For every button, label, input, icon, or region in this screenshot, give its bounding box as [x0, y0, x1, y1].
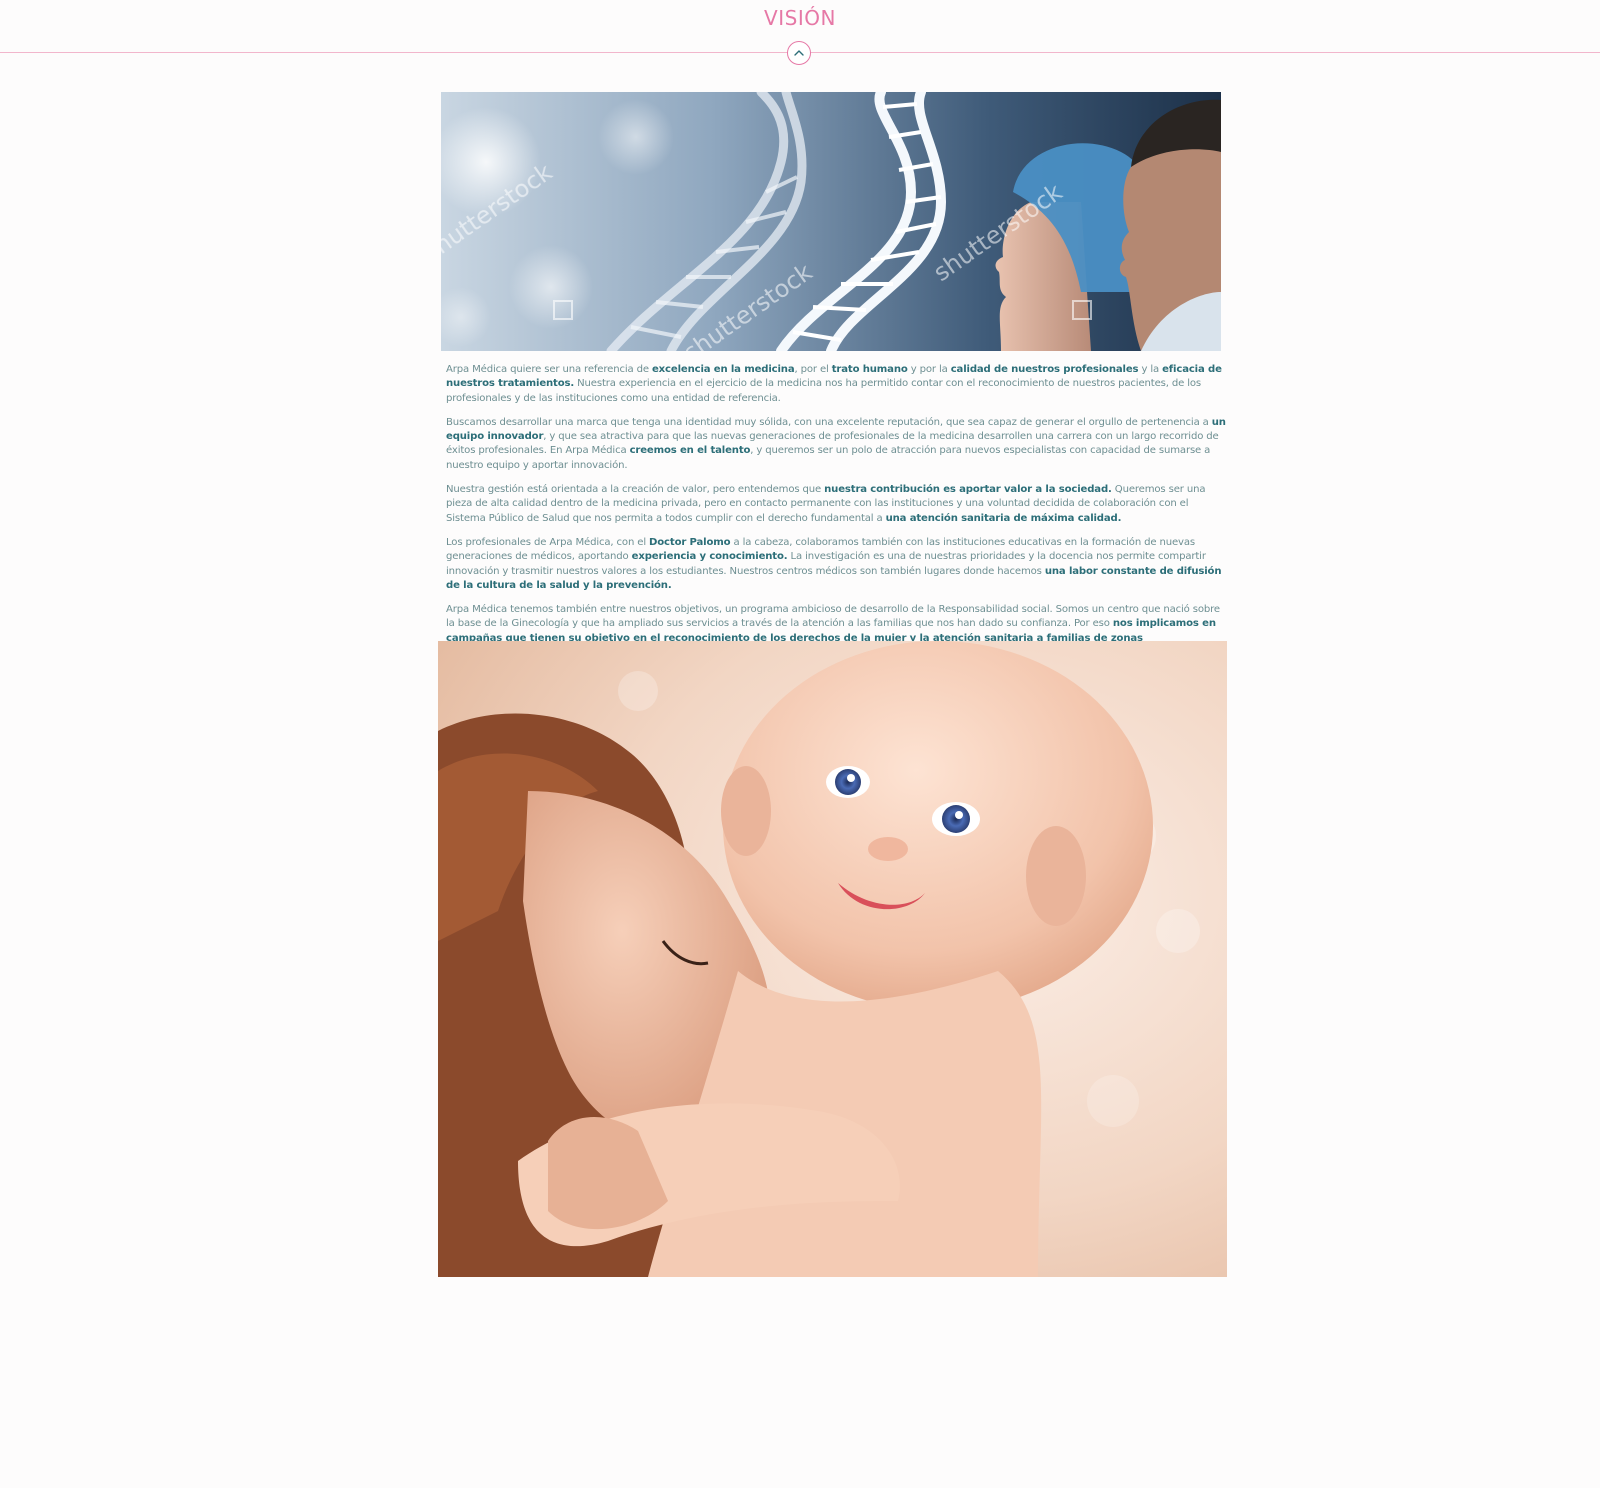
paragraph-text: Arpa Médica tenemos también entre nuestr…	[446, 604, 1220, 630]
highlight-text: creemos en el talento	[629, 445, 751, 457]
vision-paragraph-2: Buscamos desarrollar una marca que tenga…	[446, 416, 1228, 473]
paragraph-text: Buscamos desarrollar una marca que tenga…	[446, 416, 1212, 428]
vision-paragraph-3: Nuestra gestión está orientada a la crea…	[446, 483, 1228, 526]
highlight-text: Doctor Palomo	[649, 536, 731, 548]
highlight-text: trato humano	[831, 364, 908, 375]
mother-baby-image	[438, 641, 1227, 1277]
page: VISIÓN shutterstock shutterstock shutter…	[0, 0, 1600, 1488]
highlight-text: calidad de nuestros profesionales	[950, 364, 1139, 375]
highlight-text: nuestra contribución es aportar valor a …	[824, 484, 1112, 496]
chevron-up-icon	[794, 50, 804, 56]
collapse-section-button[interactable]	[787, 41, 811, 65]
paragraph-text: Arpa Médica quiere ser una referencia de	[446, 364, 652, 375]
section-title: VISIÓN	[764, 6, 836, 30]
paragraph-text: Nuestra gestión está orientada a la crea…	[446, 484, 825, 496]
paragraph-text: y por la	[907, 364, 951, 375]
vision-body-text: Arpa Médica quiere ser una referencia de…	[446, 363, 1228, 670]
paragraph-text: , por el	[794, 364, 832, 375]
highlight-text: una atención sanitaria de máxima calidad…	[885, 512, 1122, 524]
vision-paragraph-1: Arpa Médica quiere ser una referencia de…	[446, 363, 1228, 406]
highlight-text: experiencia y conocimiento.	[631, 551, 788, 563]
highlight-text: excelencia en la medicina	[651, 364, 795, 375]
paragraph-text: Los profesionales de Arpa Médica, con el	[446, 536, 650, 548]
vision-paragraph-4: Los profesionales de Arpa Médica, con el…	[446, 536, 1228, 593]
section-header: VISIÓN	[0, 0, 1600, 70]
paragraph-text: y la	[1138, 364, 1163, 375]
banner-image-dna-doctors: shutterstock shutterstock shutterstock	[441, 92, 1221, 351]
